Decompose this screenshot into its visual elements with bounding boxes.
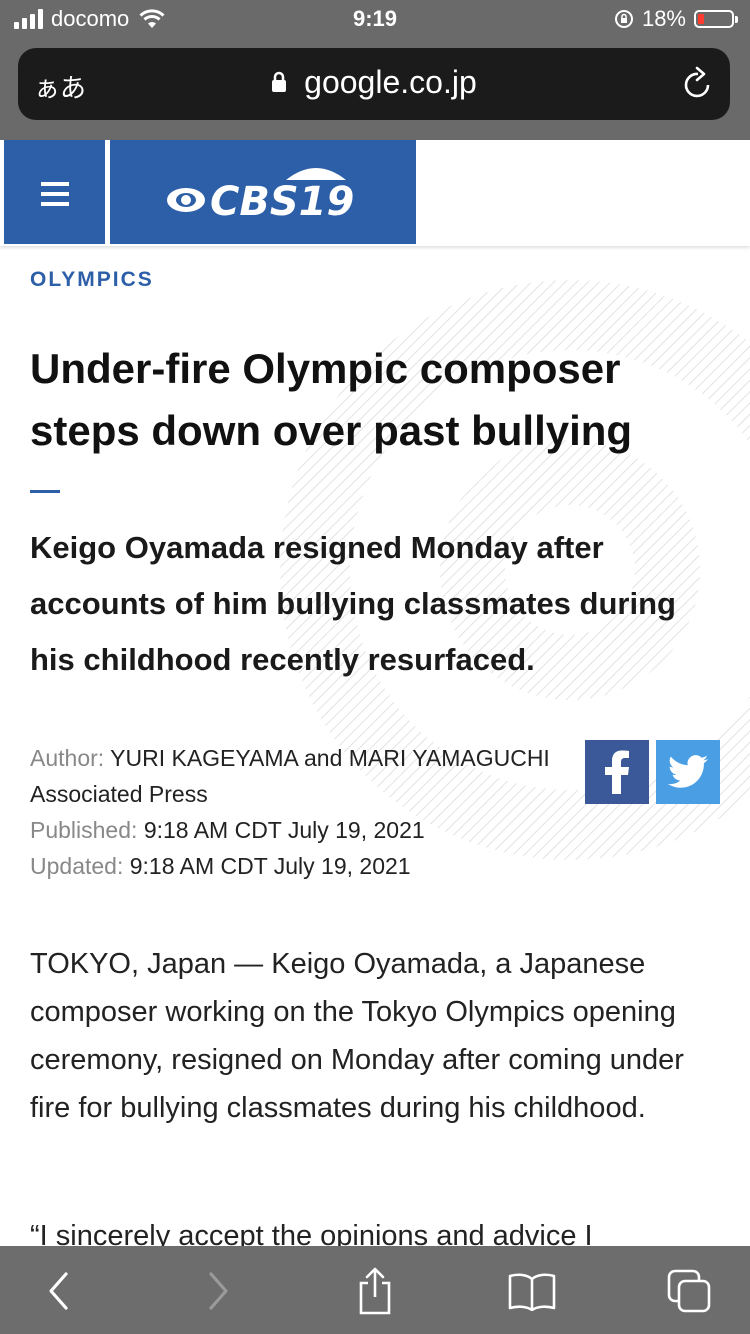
facebook-share-button[interactable]	[585, 740, 649, 804]
article-headline: Under-fire Olympic composer steps down o…	[30, 345, 633, 454]
published-value: 9:18 AM CDT July 19, 2021	[143, 817, 425, 843]
updated-value: 9:18 AM CDT July 19, 2021	[129, 853, 411, 879]
tabs-icon	[667, 1269, 711, 1313]
section-label[interactable]: OLYMPICS	[30, 268, 154, 292]
twitter-share-button[interactable]	[656, 740, 720, 804]
battery-percent: 18%	[641, 6, 686, 31]
reload-icon[interactable]	[682, 66, 714, 100]
menu-button[interactable]	[4, 140, 105, 244]
browser-toolbar	[0, 1246, 750, 1334]
author-value: YURI KAGEYAMA and MARI YAMAGUCHI Associa…	[30, 745, 550, 807]
headline-divider	[30, 490, 60, 493]
lock-icon	[272, 71, 287, 92]
chevron-right-icon	[209, 1272, 228, 1310]
status-right: 18%	[614, 6, 738, 32]
twitter-icon	[668, 755, 708, 788]
status-bar: docomo 9:19 18%	[0, 0, 750, 40]
published-line: Published: 9:18 AM CDT July 19, 2021	[30, 812, 550, 848]
facebook-icon	[605, 750, 629, 794]
share-button[interactable]	[350, 1266, 400, 1316]
url-field[interactable]: google.co.jp	[18, 64, 730, 101]
bookmarks-button[interactable]	[507, 1266, 557, 1316]
address-bar[interactable]: ぁあ google.co.jp	[18, 48, 730, 120]
forward-button[interactable]	[193, 1266, 243, 1316]
author-line: Author: YURI KAGEYAMA and MARI YAMAGUCHI…	[30, 740, 550, 812]
tabs-button[interactable]	[664, 1266, 714, 1316]
updated-line: Updated: 9:18 AM CDT July 19, 2021	[30, 848, 550, 884]
author-label: Author:	[30, 745, 105, 771]
back-button[interactable]	[34, 1266, 84, 1316]
cbs19-logo: CBS19	[167, 168, 354, 224]
site-header: CBS19	[0, 140, 750, 246]
chevron-left-icon	[49, 1272, 68, 1310]
hamburger-icon	[41, 182, 69, 212]
share-icon	[359, 1267, 391, 1315]
article-summary: Keigo Oyamada resigned Monday after acco…	[30, 530, 676, 677]
battery-icon	[694, 10, 738, 28]
book-icon	[508, 1273, 556, 1311]
orientation-lock-icon	[614, 10, 633, 28]
battery-level	[698, 14, 704, 24]
logo-link[interactable]: CBS19	[110, 140, 416, 244]
article-meta: Author: YURI KAGEYAMA and MARI YAMAGUCHI…	[30, 740, 550, 884]
url-text: google.co.jp	[304, 64, 477, 100]
browser-address-area: ぁあ google.co.jp	[0, 40, 750, 140]
article-paragraph: TOKYO, Japan — Keigo Oyamada, a Japanese…	[30, 948, 684, 1124]
published-label: Published:	[30, 817, 138, 843]
logo-text: CBS19	[210, 179, 354, 224]
updated-label: Updated:	[30, 853, 124, 879]
